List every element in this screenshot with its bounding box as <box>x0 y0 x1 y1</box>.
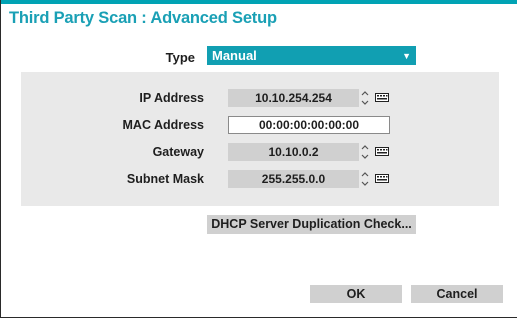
gateway-label: Gateway <box>152 145 204 159</box>
gateway-spinner-icon[interactable] <box>360 143 370 161</box>
chevron-down-icon: ▼ <box>402 51 411 61</box>
mac-address-label: MAC Address <box>122 118 205 132</box>
dhcp-duplication-check-button[interactable]: DHCP Server Duplication Check... <box>207 215 416 234</box>
ok-button[interactable]: OK <box>310 285 402 303</box>
mac-address-field[interactable]: 00:00:00:00:00:00 <box>228 116 390 134</box>
subnet-mask-spinner-icon[interactable] <box>360 170 370 188</box>
ip-address-field[interactable]: 10.10.254.254 <box>228 89 359 107</box>
type-label: Type <box>165 50 195 65</box>
gateway-field[interactable]: 10.10.0.2 <box>228 143 359 161</box>
subnet-mask-label: Subnet Mask <box>126 172 204 186</box>
ip-address-keyboard-icon[interactable] <box>375 93 389 102</box>
gateway-keyboard-icon[interactable] <box>375 147 389 156</box>
ip-address-label: IP Address <box>139 91 204 105</box>
subnet-mask-field[interactable]: 255.255.0.0 <box>228 170 359 188</box>
type-selected-value: Manual <box>212 48 257 63</box>
cancel-button[interactable]: Cancel <box>411 285 503 303</box>
type-dropdown[interactable]: Manual ▼ <box>207 46 416 65</box>
ip-address-spinner-icon[interactable] <box>360 89 370 107</box>
dialog-top-accent-bar <box>1 0 517 4</box>
subnet-mask-keyboard-icon[interactable] <box>375 174 389 183</box>
dialog-title: Third Party Scan : Advanced Setup <box>9 9 277 27</box>
advanced-setup-dialog: Third Party Scan : Advanced Setup Type M… <box>0 0 517 318</box>
